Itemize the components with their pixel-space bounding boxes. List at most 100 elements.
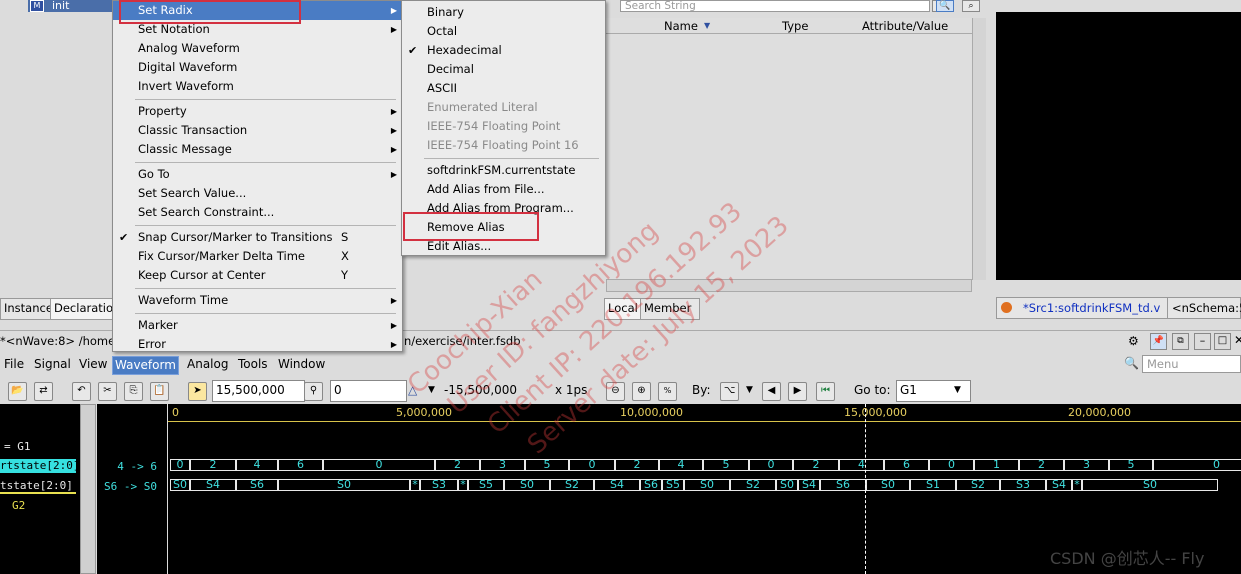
- waveform-menu-item-set-search-constraint[interactable]: Set Search Constraint...: [113, 203, 402, 222]
- vertical-scrollbar[interactable]: [972, 18, 986, 280]
- cursor-icon[interactable]: ➤: [188, 382, 207, 401]
- bus-segment: S0: [776, 479, 798, 491]
- open-icon[interactable]: 📂: [8, 382, 27, 401]
- search-next-icon[interactable]: ⌕: [962, 0, 980, 12]
- menu-signal[interactable]: Signal: [32, 356, 73, 373]
- bus-segment: S0: [170, 479, 190, 491]
- waveform-menu-item-snap-cursor-marker-to-transitions[interactable]: ✔ Snap Cursor/Marker to Transitions S: [113, 228, 402, 247]
- time-ruler[interactable]: 0 5,000,000 10,000,000 15,000,000 20,000…: [168, 404, 1241, 422]
- menu-item-label: IEEE-754 Floating Point: [427, 119, 561, 133]
- undo-icon[interactable]: ↶: [72, 382, 91, 401]
- waveform-menu-item-digital-waveform[interactable]: Digital Waveform: [113, 58, 402, 77]
- menu-search-icon: 🔍: [1124, 356, 1139, 370]
- col-type[interactable]: Type: [782, 19, 808, 33]
- reload-icon[interactable]: ⇄: [34, 382, 53, 401]
- radix-menu-item-ascii[interactable]: ASCII: [402, 79, 605, 98]
- bus-segment: 2: [793, 459, 839, 471]
- check-icon: ✔: [408, 44, 418, 57]
- menu-item-label: Waveform Time: [138, 293, 229, 307]
- menu-item-label: Enumerated Literal: [427, 100, 538, 114]
- menu-window[interactable]: Window: [276, 356, 327, 373]
- waveform-menu-item-error[interactable]: Error ▶: [113, 335, 402, 354]
- zoom-fit-icon[interactable]: %: [658, 382, 677, 401]
- menu-view[interactable]: View: [77, 356, 109, 373]
- menu-tools[interactable]: Tools: [236, 356, 270, 373]
- bus-segment: 0: [323, 459, 435, 471]
- copy-icon[interactable]: ⎘: [124, 382, 143, 401]
- bus-segment: *: [458, 479, 468, 491]
- bus-segment: S6: [820, 479, 866, 491]
- menu-separator: [135, 162, 396, 163]
- submenu-arrow-icon: ▶: [390, 321, 397, 330]
- radix-menu-item-hexadecimal[interactable]: ✔ Hexadecimal: [402, 41, 605, 60]
- waveform-menu-item-keep-cursor-at-center[interactable]: Keep Cursor at Center Y: [113, 266, 402, 285]
- settings-icon[interactable]: ⚙: [1128, 334, 1142, 348]
- waveform-menu-item-go-to[interactable]: Go To ▶: [113, 165, 402, 184]
- waveform-menu-item-waveform-time[interactable]: Waveform Time ▶: [113, 291, 402, 310]
- waveform-menu-item-property[interactable]: Property ▶: [113, 102, 402, 121]
- radix-menu-item-softdrinkfsm-currentstate[interactable]: softdrinkFSM.currentstate: [402, 161, 605, 180]
- waveform-menu-item-analog-waveform[interactable]: Analog Waveform: [113, 39, 402, 58]
- prev-icon[interactable]: ◀: [762, 382, 781, 401]
- signal-nextstate[interactable]: tstate[2:0]: [0, 479, 76, 494]
- group-g2[interactable]: G2: [12, 499, 25, 512]
- shortcut-key: Y: [341, 268, 349, 282]
- waveform-menu-item-classic-message[interactable]: Classic Message ▶: [113, 140, 402, 159]
- goto-icon[interactable]: ⏮: [816, 382, 835, 401]
- menu-analog[interactable]: Analog: [185, 356, 230, 373]
- bus-segment: 5: [525, 459, 569, 471]
- sort-icon[interactable]: ▼: [704, 21, 710, 30]
- marker-icon[interactable]: ⚲: [304, 382, 323, 401]
- search-icon[interactable]: 🔍: [936, 0, 954, 12]
- radix-menu-item-decimal[interactable]: Decimal: [402, 60, 605, 79]
- bus-segment: S0: [278, 479, 410, 491]
- module-icon: M: [30, 0, 44, 12]
- radix-menu-item-add-alias-from-file[interactable]: Add Alias from File...: [402, 180, 605, 199]
- close-icon[interactable]: ✕: [1234, 333, 1241, 348]
- zoom-in-icon[interactable]: ⊕: [632, 382, 651, 401]
- waveform-menu-item-set-search-value[interactable]: Set Search Value...: [113, 184, 402, 203]
- menu-item-label: Set Search Value...: [138, 186, 247, 200]
- bus-segment: 2: [615, 459, 659, 471]
- col-name[interactable]: Name: [664, 19, 698, 33]
- bus-segment: S5: [662, 479, 684, 491]
- shortcut-key: X: [341, 249, 349, 263]
- cursor-time-input[interactable]: 15,500,000: [212, 380, 305, 402]
- signal-pane-scrollbar[interactable]: [80, 404, 96, 574]
- menu-item-label: Octal: [427, 24, 458, 38]
- minimize-icon[interactable]: –: [1194, 333, 1211, 350]
- signal-currentstate[interactable]: rtstate[2:0]: [0, 459, 79, 473]
- col-attribute[interactable]: Attribute/Value: [862, 19, 948, 33]
- goto-dropdown-icon[interactable]: ▼: [954, 381, 961, 399]
- by-dropdown-icon[interactable]: ▼: [746, 381, 753, 399]
- menu-item-label: softdrinkFSM.currentstate: [427, 163, 576, 177]
- paste-icon[interactable]: 📋: [150, 382, 169, 401]
- tab-source-file[interactable]: *Src1:softdrinkFSM_td.v: [1023, 298, 1160, 318]
- search-input[interactable]: Search String: [620, 0, 930, 12]
- cut-icon[interactable]: ✂: [98, 382, 117, 401]
- time-cursor[interactable]: [865, 404, 866, 574]
- radix-menu-item-binary[interactable]: Binary: [402, 3, 605, 22]
- window-title-left: *<nWave:8> /home: [0, 334, 116, 348]
- next-icon[interactable]: ▶: [788, 382, 807, 401]
- waveform-menu-item-invert-waveform[interactable]: Invert Waveform: [113, 77, 402, 96]
- menu-separator: [135, 313, 396, 314]
- marker-time-input[interactable]: 0: [330, 380, 407, 402]
- waveform-menu-item-fix-cursor-marker-delta-time[interactable]: Fix Cursor/Marker Delta Time X: [113, 247, 402, 266]
- radix-menu-item-octal[interactable]: Octal: [402, 22, 605, 41]
- group-g1[interactable]: = G1: [4, 440, 31, 453]
- bus-segment: S3: [1000, 479, 1046, 491]
- tab-schema[interactable]: <nSchema:5: [1167, 298, 1241, 318]
- maximize-icon[interactable]: □: [1214, 333, 1231, 350]
- waveform-menu-item-classic-transaction[interactable]: Classic Transaction ▶: [113, 121, 402, 140]
- menu-item-label: Classic Transaction: [138, 123, 248, 137]
- bus-segment: 5: [1109, 459, 1153, 471]
- undock-icon[interactable]: ⧉: [1172, 333, 1189, 350]
- waveform-menu-item-marker[interactable]: Marker ▶: [113, 316, 402, 335]
- menu-search-input[interactable]: Menu: [1142, 355, 1241, 373]
- search-by-icon[interactable]: ⌥: [720, 382, 739, 401]
- submenu-arrow-icon: ▶: [390, 170, 397, 179]
- menu-file[interactable]: File: [2, 356, 26, 373]
- menu-waveform[interactable]: Waveform: [112, 356, 179, 375]
- pin-icon[interactable]: 📌: [1150, 333, 1167, 350]
